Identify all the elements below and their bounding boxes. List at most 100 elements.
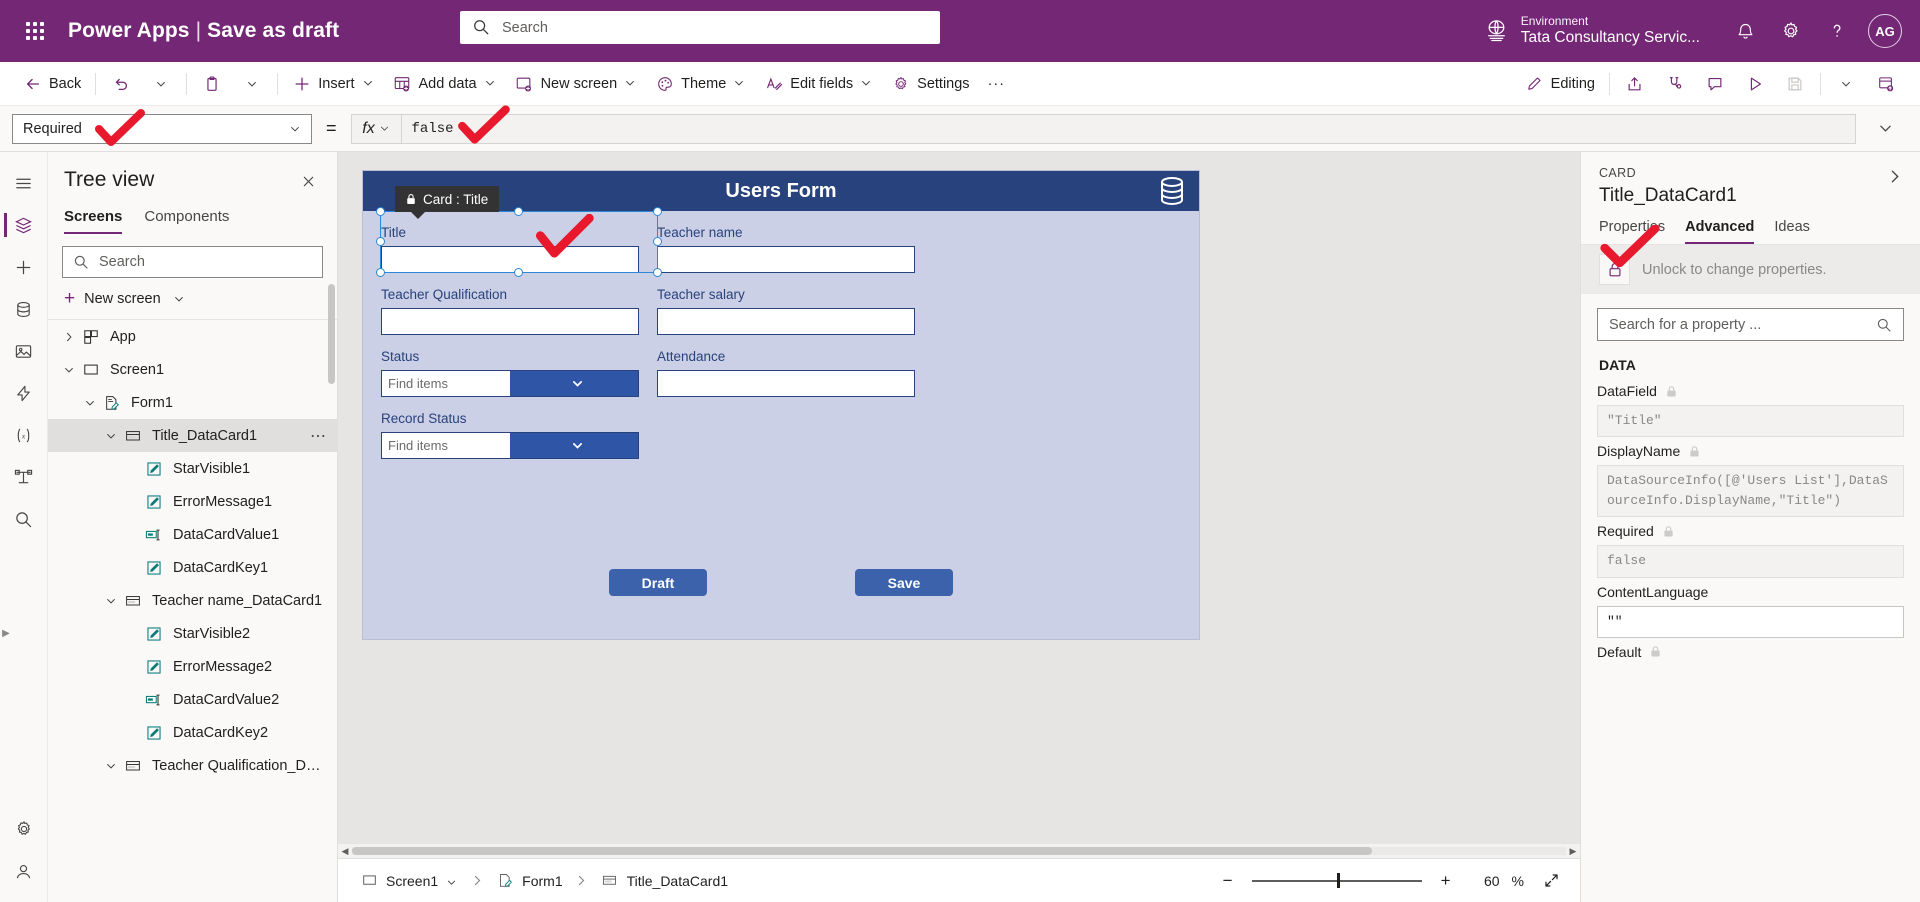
property-selector-dropdown[interactable]: Required (12, 114, 312, 144)
save-icon[interactable] (1775, 67, 1815, 101)
tree-node-datacardvalue2[interactable]: DataCardValue2 (48, 683, 337, 716)
field-text-input[interactable] (381, 308, 639, 335)
zoom-slider-thumb[interactable] (1337, 873, 1340, 888)
resize-handle-ne[interactable] (653, 207, 662, 216)
tree-node-errormessage1[interactable]: ErrorMessage1 (48, 485, 337, 518)
tree-node-teacher-name-datacard1[interactable]: Teacher name_DataCard1 (48, 584, 337, 617)
tab-properties[interactable]: Properties (1599, 219, 1665, 244)
tree-node-title-datacard1[interactable]: Title_DataCard1⋯ (48, 419, 337, 452)
formula-input[interactable]: false (401, 114, 1856, 144)
scroll-right-arrow-icon[interactable]: ▶ (1566, 846, 1580, 857)
paste-dropdown-chevron-icon[interactable] (232, 67, 272, 101)
fit-to-screen-icon[interactable] (1536, 872, 1566, 889)
canvas-horizontal-scrollbar[interactable]: ◀ ▶ (338, 844, 1580, 858)
tree-node-datacardvalue1[interactable]: DataCardValue1 (48, 518, 337, 551)
breadcrumb-item-form1[interactable]: Form1 (488, 866, 570, 896)
tree-node-datacardkey1[interactable]: DataCardKey1 (48, 551, 337, 584)
rail-account-icon[interactable] (4, 850, 44, 892)
notifications-bell-icon[interactable] (1722, 8, 1768, 54)
rail-variables-icon[interactable]: x (4, 414, 44, 456)
tree-node-screen1[interactable]: Screen1 (48, 353, 337, 386)
environment-selector[interactable]: Environment Tata Consultancy Servic... (1484, 15, 1700, 47)
resize-handle-s[interactable] (514, 268, 523, 277)
field-text-input[interactable] (657, 246, 915, 273)
field-text-input[interactable] (657, 370, 915, 397)
form-field-teacher-name[interactable]: Teacher name (657, 225, 915, 273)
field-dropdown[interactable]: Find items (381, 370, 639, 397)
zoom-slider[interactable] (1252, 873, 1422, 889)
close-icon[interactable] (295, 168, 321, 194)
rail-media-icon[interactable] (4, 330, 44, 372)
resize-handle-nw[interactable] (376, 207, 385, 216)
chevron-right-icon[interactable] (58, 331, 80, 343)
help-icon[interactable] (1814, 8, 1860, 54)
theme-button[interactable]: Theme (646, 67, 755, 101)
resize-handle-w[interactable] (376, 237, 385, 246)
zoom-out-button[interactable]: − (1216, 869, 1240, 893)
zoom-in-button[interactable]: + (1434, 869, 1458, 893)
form-field-attendance[interactable]: Attendance (657, 349, 915, 397)
field-text-input[interactable] (657, 308, 915, 335)
new-screen-button[interactable]: New screen (506, 67, 647, 101)
breadcrumb-item-screen1[interactable]: Screen1 (352, 866, 466, 896)
save-dropdown-chevron-icon[interactable] (1826, 67, 1866, 101)
editing-mode-button[interactable]: Editing (1516, 67, 1604, 101)
preview-play-icon[interactable] (1735, 67, 1775, 101)
rail-insert-icon[interactable] (4, 246, 44, 288)
resize-handle-sw[interactable] (376, 268, 385, 277)
insert-button[interactable]: Insert (283, 67, 383, 101)
new-screen-menu-button[interactable]: + New screen (48, 278, 337, 319)
global-search-box[interactable] (460, 11, 940, 44)
rail-data-icon[interactable] (4, 288, 44, 330)
breadcrumb-item-title-datacard1[interactable]: Title_DataCard1 (593, 866, 736, 896)
tree-node-errormessage2[interactable]: ErrorMessage2 (48, 650, 337, 683)
property-search-input[interactable] (1609, 317, 1876, 333)
tree-node-app[interactable]: App (48, 320, 337, 353)
paste-clipboard-icon[interactable] (192, 67, 232, 101)
share-icon[interactable] (1615, 67, 1655, 101)
tab-ideas[interactable]: Ideas (1774, 219, 1809, 244)
tree-node-teacher-qualification-datacard1[interactable]: Teacher Qualification_DataCard1 (48, 749, 337, 782)
tree-node-form1[interactable]: Form1 (48, 386, 337, 419)
add-data-button[interactable]: Add data (384, 67, 506, 101)
form-field-status[interactable]: StatusFind items (381, 349, 639, 397)
rail-power-automate-icon[interactable] (4, 372, 44, 414)
form-field-teacher-qualification[interactable]: Teacher Qualification (381, 287, 639, 335)
chevron-right-icon[interactable] (1882, 164, 1906, 188)
save-button[interactable]: Save (855, 569, 953, 596)
publish-icon[interactable] (1866, 67, 1906, 101)
more-commands-button[interactable]: ··· (979, 67, 1015, 101)
fx-button[interactable]: fx (351, 114, 401, 144)
selected-card-adorner[interactable]: Card : Title (380, 211, 658, 273)
chevron-down-icon[interactable] (100, 595, 122, 607)
property-value[interactable]: DataSourceInfo([@'Users List'],DataSourc… (1597, 465, 1904, 517)
rail-settings-icon[interactable] (4, 808, 44, 850)
chevron-down-icon[interactable] (510, 371, 638, 396)
chevron-down-icon[interactable] (510, 433, 638, 458)
comments-icon[interactable] (1695, 67, 1735, 101)
chevron-down-icon[interactable] (58, 364, 80, 376)
scrollbar-thumb[interactable] (352, 847, 1372, 855)
tree-node-datacardkey2[interactable]: DataCardKey2 (48, 716, 337, 749)
tree-search-box[interactable] (62, 246, 323, 278)
form-field-teacher-salary[interactable]: Teacher salary (657, 287, 915, 335)
formula-expand-chevron-icon[interactable] (1862, 121, 1908, 136)
settings-gear-icon[interactable] (1768, 8, 1814, 54)
search-input[interactable] (502, 20, 928, 36)
rail-components-icon[interactable] (4, 456, 44, 498)
scrollbar-track[interactable] (352, 847, 1566, 855)
chevron-down-icon[interactable] (79, 397, 101, 409)
settings-button[interactable]: Settings (882, 67, 978, 101)
field-dropdown[interactable]: Find items (381, 432, 639, 459)
resize-handle-se[interactable] (653, 268, 662, 277)
tree-search-input[interactable] (99, 254, 312, 270)
lock-button[interactable] (1599, 254, 1630, 285)
resize-handle-e[interactable] (653, 237, 662, 246)
chevron-down-icon[interactable] (100, 760, 122, 772)
back-button[interactable]: Back (14, 67, 90, 101)
chevron-down-icon[interactable] (100, 430, 122, 442)
property-value[interactable]: false (1597, 545, 1904, 577)
property-value[interactable]: "Title" (1597, 405, 1904, 437)
user-avatar[interactable]: AG (1868, 14, 1902, 48)
scroll-left-arrow-icon[interactable]: ◀ (338, 846, 352, 857)
